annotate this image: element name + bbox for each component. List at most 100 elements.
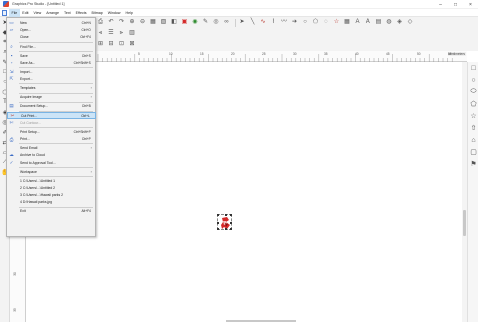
find-file-icon: ⌕ [10,44,13,50]
resize-handle[interactable] [217,222,219,224]
bezier-icon[interactable]: ⌇ [269,18,278,27]
fit-text-icon[interactable]: Ꭺ [364,18,373,27]
file-menu-item-save[interactable]: ▪ Save Ctrl+S [7,52,96,59]
file-menu-item-print[interactable]: ⎙ Print... Ctrl+P [7,136,96,143]
print-icon[interactable]: ⎙ [96,18,105,27]
oval-shape-icon[interactable]: ⬭ [468,86,478,98]
star-icon[interactable]: ☆ [332,18,341,27]
resize-handle[interactable] [230,222,232,224]
circle-icon[interactable]: ○ [301,18,310,27]
arrow-icon[interactable]: ➔ [290,18,299,27]
file-menu-item-document-setup[interactable]: ▤ Document Setup... Ctrl+B [7,103,96,110]
resize-handle[interactable] [224,228,227,230]
contour-icon[interactable]: ◇ [406,18,415,27]
menu-effects[interactable]: Effects [73,9,89,17]
menu-window[interactable]: Window [105,9,123,17]
zoom-in-icon[interactable]: ⊕ [128,18,137,27]
file-menu-item-new[interactable]: ▭ New Ctrl+N [7,20,96,27]
maximize-button[interactable]: □ [448,0,463,9]
snap-icon[interactable]: ⊞ [96,40,105,49]
file-menu-item-export[interactable]: ⇱ Export... [7,76,96,83]
pointer-icon[interactable]: ➤ [238,18,247,27]
ruler-tick-label: 10 [169,52,173,56]
curve-icon[interactable]: ∿ [259,18,268,27]
selected-object[interactable] [217,214,232,230]
ellipse-shape-icon[interactable]: ○ [468,74,478,86]
ungroup-icon[interactable]: ▧ [159,18,168,27]
line-icon[interactable]: ╲ [248,18,257,27]
menu-item-label: 3 C:\Users\...\Hawaii parks 2 [20,193,63,198]
align-left-icon[interactable]: ⫷ [96,29,105,38]
resize-handle[interactable] [217,228,219,230]
link-icon[interactable]: ∞ [222,18,231,27]
banner-shape-icon[interactable]: ⚑ [468,158,478,170]
freehand-icon[interactable]: 〰 [280,18,289,27]
grid-icon[interactable]: ▦ [343,18,352,27]
align-center-icon[interactable]: ☰ [107,29,116,38]
pentagon-shape-icon[interactable]: ⬠ [468,98,478,110]
file-menu-item-templates[interactable]: Templates › [7,85,96,92]
close-button[interactable]: × [463,0,478,9]
file-menu-item-acquire-image[interactable]: Acquire Image › [7,94,96,101]
file-menu-item-send-to-approval-tool[interactable]: ✓ Send to Approval Tool... [7,159,96,166]
file-menu-item-send-email[interactable]: Send Email › [7,145,96,152]
align-right-icon[interactable]: ⫸ [117,29,126,38]
text-icon[interactable]: A [353,18,362,27]
file-menu-item-close[interactable]: Close Ctrl+F4 [7,34,96,41]
spiral2-icon[interactable]: ◍ [385,18,394,27]
menu-help[interactable]: Help [123,9,135,17]
file-menu-item-archive-to-cloud[interactable]: ☁ Archive to Cloud [7,152,96,159]
file-menu-item-exit[interactable]: Exit Alt+F4 [7,208,96,215]
vertical-scroll-thumb[interactable] [463,210,466,236]
guide-icon[interactable]: ⊡ [117,40,126,49]
grid-snap-icon[interactable]: ⊟ [107,40,116,49]
menu-item-shortcut: Ctrl+Shift+P [73,129,91,134]
color-icon[interactable]: ◉ [191,18,200,27]
resize-handle[interactable] [230,214,232,216]
star-shape-icon[interactable]: ☆ [468,110,478,122]
combine-icon[interactable]: ◧ [170,18,179,27]
file-menu-item-save-as[interactable]: ▫ Save As... Ctrl+Shift+S [7,59,96,66]
zoom-out-icon[interactable]: ⊖ [138,18,147,27]
file-menu-item-find-file[interactable]: ⌕ Find File... [7,43,96,50]
redo-icon[interactable]: ↷ [117,18,126,27]
resize-handle[interactable] [217,214,219,216]
table-icon[interactable]: ▤ [374,18,383,27]
file-menu-item-open[interactable]: ▱ Open... Ctrl+O [7,27,96,34]
file-menu-item-import[interactable]: ⇲ Import... [7,68,96,75]
rectangle-shape-icon[interactable]: □ [468,62,478,74]
file-menu-item-cut-print[interactable]: ✂ Cut Print... Ctrl+L [7,112,96,120]
menu-edit[interactable]: Edit [20,9,31,17]
menu-text[interactable]: Text [62,9,74,17]
frame-shape-icon[interactable]: ▢ [468,146,478,158]
menu-bitmap[interactable]: Bitmap [89,9,105,17]
file-menu-item-workspace[interactable]: Workspace › [7,168,96,175]
group-icon[interactable]: ▦ [149,18,158,27]
resize-handle[interactable] [224,214,227,216]
undo-icon[interactable]: ↶ [107,18,116,27]
rulers-icon[interactable]: ⊠ [128,40,137,49]
eyedropper-icon[interactable]: ✎ [201,18,210,27]
shape-icon[interactable]: ◈ [395,18,404,27]
menu-view[interactable]: View [31,9,44,17]
resize-handle[interactable] [230,228,232,230]
polygon-icon[interactable]: ⬠ [311,18,320,27]
document-icon[interactable] [2,9,7,16]
menu-item-shortcut: Ctrl+S [81,53,91,58]
menu-arrange[interactable]: Arrange [44,9,62,17]
house-shape-icon[interactable]: ⌂ [468,134,478,146]
file-menu-item-3-c-users-hawaii-parks-2[interactable]: 3 C:\Users\...\Hawaii parks 2 [7,192,96,199]
menu-file[interactable]: File [9,8,20,17]
ruler-tick-label: 55 [448,52,452,56]
file-menu-item-4-d-hawaii-parks-jpg[interactable]: 4 D:\Hawaii parks.jpg [7,199,96,206]
file-menu-item-print-setup[interactable]: Print Setup... Ctrl+Shift+P [7,128,96,135]
arrow-shape-icon[interactable]: ⇧ [468,122,478,134]
spiral-icon[interactable]: ◌ [322,18,331,27]
distribute-icon[interactable]: ▥ [128,29,137,38]
minimize-button[interactable]: – [433,0,448,9]
menu-item-label: Print Setup... [20,129,40,134]
file-menu-item-2-c-users-untitled-2[interactable]: 2 C:\Users\...\Untitled 2 [7,184,96,191]
view-icon[interactable]: ◎ [212,18,221,27]
file-menu-item-1-c-users-untitled-1[interactable]: 1 C:\Users\...\Untitled 1 [7,177,96,184]
fill-icon[interactable]: ▣ [180,18,189,27]
